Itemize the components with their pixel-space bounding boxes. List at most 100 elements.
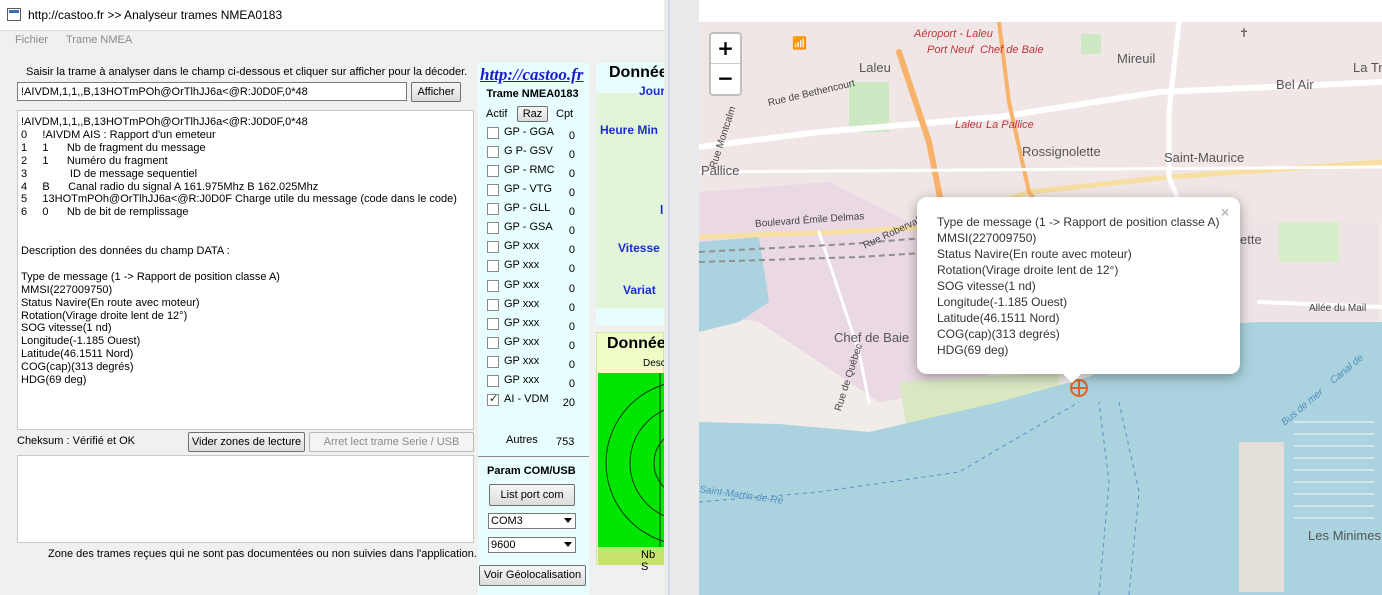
baud-rate-value: 9600	[491, 539, 516, 551]
trame-checkbox[interactable]	[487, 146, 499, 159]
zoom-in-button[interactable]: +	[711, 34, 740, 64]
menu-fichier[interactable]: Fichier	[15, 34, 48, 46]
trame-checkbox[interactable]	[487, 127, 499, 139]
trame-count: 0	[568, 301, 575, 314]
label-variat: Variat	[623, 283, 656, 297]
trame-checkbox[interactable]	[487, 222, 499, 235]
trame-checkbox[interactable]	[487, 355, 499, 368]
undocumented-frames-label: Zone des trames reçues qui ne sont pas d…	[48, 548, 477, 560]
place-la-tr: La Tr	[1353, 60, 1382, 75]
trame-count: 0	[568, 358, 575, 371]
com-port-value: COM3	[491, 515, 523, 527]
place-rossignolette: Rossignolette	[1022, 144, 1101, 159]
label-chef-de-baie-stop: Chef de Baie	[980, 44, 1044, 56]
divider	[478, 456, 589, 457]
menu-bar: Fichier Trame NMEA	[0, 31, 664, 51]
trame-count: 0	[568, 263, 575, 276]
clear-reading-zones-button[interactable]: Vider zones de lecture	[188, 432, 305, 452]
trame-checkbox[interactable]	[487, 374, 499, 387]
undocumented-frames-area[interactable]	[17, 455, 474, 543]
popup-line: Latitude(46.1511 Nord)	[937, 311, 1060, 325]
menu-trame-nmea[interactable]: Trame NMEA	[66, 34, 132, 46]
trame-checkbox[interactable]	[487, 241, 499, 254]
trame-checkbox[interactable]	[487, 336, 499, 349]
popup-line: Status Navire(En route avec moteur)	[937, 247, 1132, 261]
stop-serial-reading-button[interactable]: Arret lect trame Serie / USB	[309, 432, 474, 452]
radar-circles	[605, 373, 664, 547]
param-com-title: Param COM/USB	[487, 465, 576, 477]
decode-line: Latitude(46.1511 Nord)	[21, 348, 134, 361]
place-saint-maurice: Saint-Maurice	[1164, 150, 1245, 165]
trame-checkbox[interactable]	[487, 392, 499, 406]
trame-label: G P- GSV	[504, 145, 553, 158]
antenna-icon: 📶	[792, 36, 807, 50]
place-pallice: Pallice	[701, 163, 740, 178]
castoo-link[interactable]: http://castoo.fr	[480, 65, 583, 85]
trame-label: GP - GGA	[504, 126, 554, 138]
popup-tip	[1061, 372, 1083, 383]
decode-line: Rotation(Virage droite lent de 12°)	[21, 309, 188, 322]
nb-label: Nb S	[641, 549, 656, 573]
trame-label: GP - VTG	[504, 183, 553, 196]
place-laleu: Laleu	[859, 60, 891, 75]
chevron-down-icon	[564, 542, 572, 547]
popup-line: Rotation(Virage droite lent de 12°)	[937, 263, 1119, 277]
trame-count: 0	[568, 244, 575, 257]
trame-count: 0	[568, 168, 575, 181]
popup-line: SOG vitesse(1 nd)	[937, 279, 1036, 293]
label-jour: Jour	[639, 84, 664, 98]
popup-line: HDG(69 deg)	[937, 343, 1009, 357]
com-port-select[interactable]: COM3	[488, 513, 576, 529]
popup-line: COG(cap)(313 degrés)	[937, 327, 1060, 341]
autres-count: 753	[556, 436, 575, 448]
trame-label: GP - RMC	[504, 164, 555, 177]
label-port-neuf: Port Neuf	[927, 44, 974, 56]
decode-line: !AIVDM,1,1,,B,13HOTmPOh@OrTlhJJ6a<@R:J0D…	[21, 116, 308, 128]
trame-count: 0	[568, 130, 575, 142]
trame-label: GP xxx	[504, 316, 540, 329]
decode-line: MMSI(227009750)	[21, 283, 113, 296]
trame-panel-title: Trame NMEA0183	[486, 88, 579, 100]
trame-label: GP xxx	[504, 297, 540, 310]
nmea-frame-input[interactable]	[17, 82, 407, 101]
window-title: http://castoo.fr >> Analyseur trames NME…	[28, 8, 283, 22]
label-la-pallice-stop: La Pallice	[986, 119, 1034, 131]
decode-line: 0 !AIVDM AIS : Rapport d'un emeteur	[21, 128, 216, 141]
trame-checkbox[interactable]	[487, 317, 499, 330]
show-button[interactable]: Afficher	[411, 82, 461, 102]
close-icon[interactable]: ×	[1221, 204, 1229, 220]
place-mireuil: Mireuil	[1117, 51, 1156, 66]
place-les-minimes: Les Minimes	[1308, 528, 1381, 543]
trame-checkbox[interactable]	[487, 165, 499, 178]
trame-checkbox[interactable]	[487, 203, 499, 216]
map-view[interactable]: Laleu Mireuil Bel Air La Tr Pallice Ross…	[699, 22, 1382, 595]
geolocation-button[interactable]: Voir Géolocalisation	[479, 565, 586, 586]
reset-counters-button[interactable]: Raz	[517, 106, 548, 122]
decode-line: 4 B Canal radio du signal A 161.975Mhz B…	[21, 180, 319, 193]
decode-line: 2 1 Numéro du fragment	[21, 154, 168, 167]
trame-checkbox[interactable]	[487, 184, 499, 197]
trame-label: AI - VDM	[504, 392, 549, 405]
trame-label: GP xxx	[504, 240, 540, 253]
decode-line: SOG vitesse(1 nd)	[21, 322, 112, 335]
trame-count: 20	[562, 396, 575, 409]
trame-label: GP xxx	[504, 373, 540, 386]
checksum-status: Cheksum : Vérifié et OK	[17, 435, 135, 447]
baud-rate-select[interactable]: 9600	[488, 537, 576, 553]
trame-label: GP - GLL	[504, 202, 551, 215]
decode-line: 1 1 Nb de fragment du message	[21, 141, 206, 154]
trame-label: GP xxx	[504, 335, 540, 348]
trame-checkbox[interactable]	[487, 260, 499, 273]
trame-checkbox[interactable]	[487, 298, 499, 311]
decode-text-area[interactable]: !AIVDM,1,1,,B,13HOTmPOh@OrTlhJJ6a<@R:J0D…	[17, 110, 474, 430]
label-heure: Heure Min	[600, 123, 659, 137]
decode-line: 5 13HOTmPOh@OrTlhJJ6a<@R:J0D0F Charge ut…	[21, 193, 457, 206]
list-port-com-button[interactable]: List port com	[489, 484, 575, 506]
decode-line: HDG(69 deg)	[21, 374, 87, 386]
decode-line: 6 0 Nb de bit de remplissage	[21, 206, 189, 219]
title-bar: http://castoo.fr >> Analyseur trames NME…	[0, 0, 664, 31]
trame-checkbox[interactable]	[487, 279, 499, 292]
label-laleu-stop: Laleu	[955, 119, 982, 131]
zoom-out-button[interactable]: −	[711, 64, 740, 94]
radar-display	[598, 373, 664, 547]
